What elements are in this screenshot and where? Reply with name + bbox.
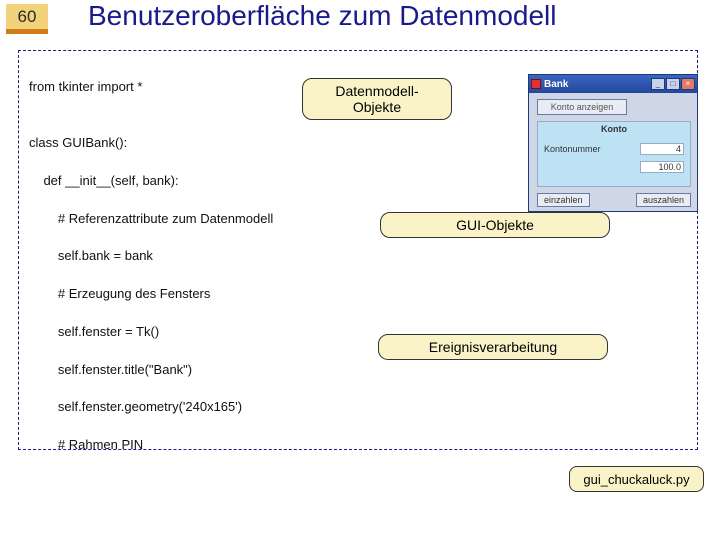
code-line: # Erzeugung des Fensters <box>29 285 687 304</box>
app-icon <box>531 79 541 89</box>
mock-bottom-buttons: einzahlen auszahlen <box>537 193 691 207</box>
callout-gui-objects: GUI-Objekte <box>380 212 610 238</box>
code-line: self.fenster.title("Bank") <box>29 361 687 380</box>
code-line: self.fenster.geometry('240x165') <box>29 398 687 417</box>
mock-window-body: Konto anzeigen Konto Kontonummer 4 100.0… <box>529 93 697 211</box>
code-line: # Rahmen PIN <box>29 436 687 450</box>
callout-event-handling: Ereignisverarbeitung <box>378 334 608 360</box>
slide-number: 60 <box>6 4 48 34</box>
callout-filename: gui_chuckaluck.py <box>569 466 704 492</box>
mock-button-deposit: einzahlen <box>537 193 590 207</box>
mock-gui-window: Bank _ □ × Konto anzeigen Konto Kontonum… <box>528 74 698 212</box>
mock-label-account-number: Kontonummer <box>544 144 601 154</box>
mock-window-title: Bank <box>544 79 568 90</box>
close-icon: × <box>681 78 695 90</box>
mock-button-withdraw: auszahlen <box>636 193 691 207</box>
maximize-icon: □ <box>666 78 680 90</box>
mock-button-show-account: Konto anzeigen <box>537 99 627 115</box>
mock-row-account-number: Kontonummer 4 <box>544 142 684 156</box>
mock-value-balance: 100.0 <box>640 161 684 173</box>
slide: 60 Benutzeroberfläche zum Datenmodell fr… <box>0 0 720 540</box>
minimize-icon: _ <box>651 78 665 90</box>
code-line: self.bank = bank <box>29 247 687 266</box>
callout-datamodel: Datenmodell- Objekte <box>302 78 452 120</box>
mock-panel-title: Konto <box>538 124 690 134</box>
mock-titlebar: Bank _ □ × <box>529 75 697 93</box>
mock-row-balance: 100.0 <box>544 160 684 174</box>
slide-title: Benutzeroberfläche zum Datenmodell <box>88 0 556 32</box>
slide-header: 60 Benutzeroberfläche zum Datenmodell <box>0 0 720 44</box>
mock-account-panel: Konto Kontonummer 4 100.0 <box>537 121 691 187</box>
mock-value-account-number: 4 <box>640 143 684 155</box>
